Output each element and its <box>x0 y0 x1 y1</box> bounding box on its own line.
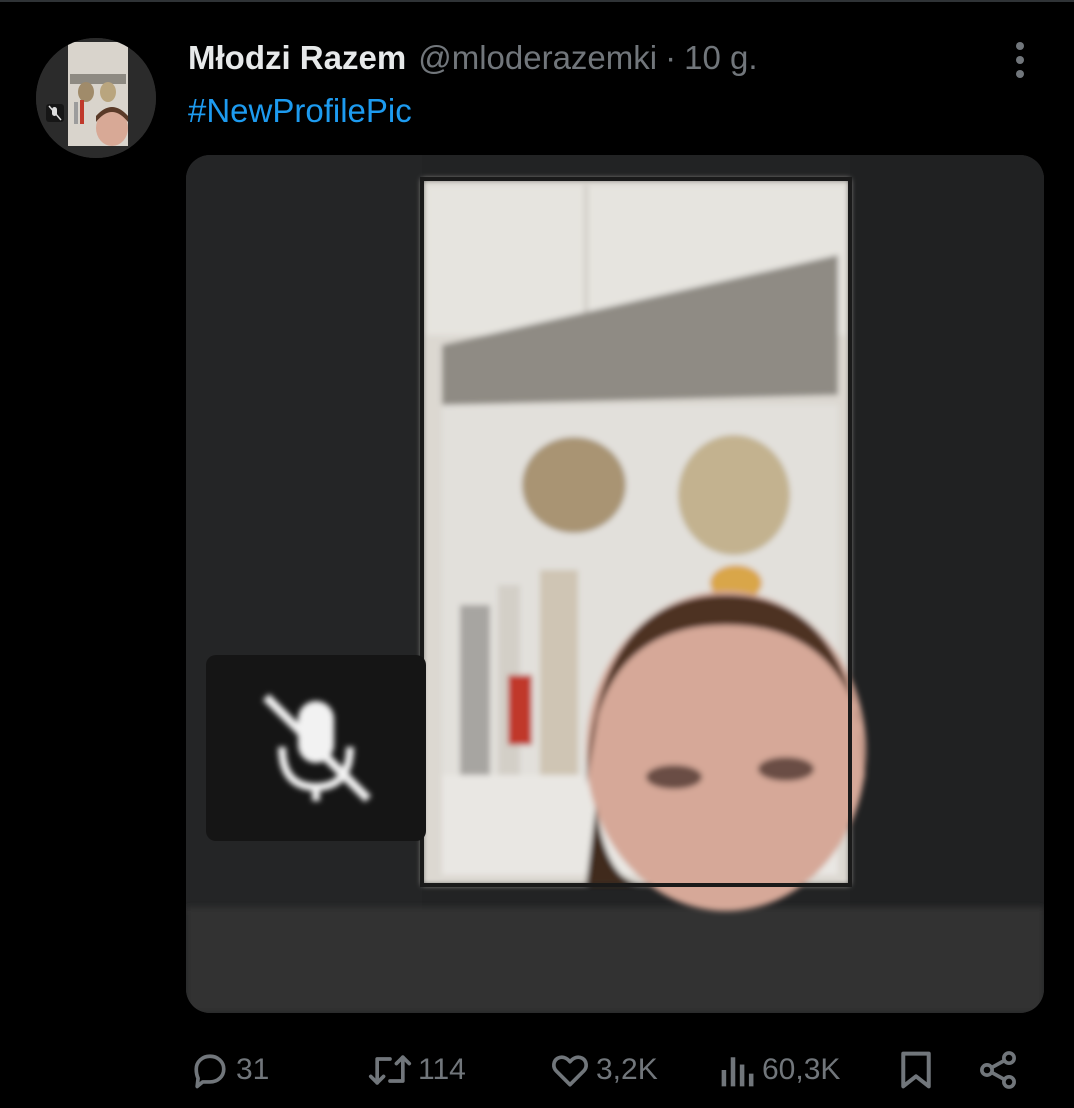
more-dot-icon <box>1016 70 1024 78</box>
views-button[interactable]: 60,3K <box>718 1042 840 1098</box>
reply-icon <box>188 1048 232 1092</box>
views-chart-icon <box>718 1048 758 1092</box>
retweet-icon <box>366 1048 414 1092</box>
more-options-button[interactable] <box>1000 40 1040 80</box>
share-icon <box>976 1048 1020 1092</box>
bookmark-icon <box>896 1048 936 1092</box>
separator-dot: · <box>665 39 677 76</box>
tweet-header: Młodzi Razem @mloderazemki · 10 g. <box>188 36 758 80</box>
retweet-count: 114 <box>418 1053 466 1086</box>
bookmark-button[interactable] <box>896 1042 936 1098</box>
timestamp[interactable]: 10 g. <box>684 39 757 77</box>
handle[interactable]: @mloderazemki <box>418 39 657 77</box>
more-dot-icon <box>1016 42 1024 50</box>
reply-count: 31 <box>236 1053 270 1086</box>
avatar-image <box>36 38 156 158</box>
top-divider <box>0 0 1074 2</box>
views-count: 60,3K <box>762 1053 841 1086</box>
mic-muted-icon <box>206 655 426 841</box>
share-button[interactable] <box>976 1042 1020 1098</box>
reply-button[interactable]: 31 <box>188 1042 269 1098</box>
like-button[interactable]: 3,2K <box>548 1042 658 1098</box>
media-picture <box>186 155 1044 1013</box>
display-name[interactable]: Młodzi Razem <box>188 39 406 77</box>
tweet-media-image[interactable] <box>186 155 1044 1013</box>
more-dot-icon <box>1016 56 1024 64</box>
like-count: 3,2K <box>596 1053 658 1086</box>
tweet-actions-bar: 31 114 3,2K 60,3K <box>188 1042 1048 1098</box>
tweet-hashtag-link[interactable]: #NewProfilePic <box>188 92 412 132</box>
heart-icon <box>548 1048 592 1092</box>
retweet-button[interactable]: 114 <box>366 1042 466 1098</box>
avatar[interactable] <box>36 38 156 158</box>
